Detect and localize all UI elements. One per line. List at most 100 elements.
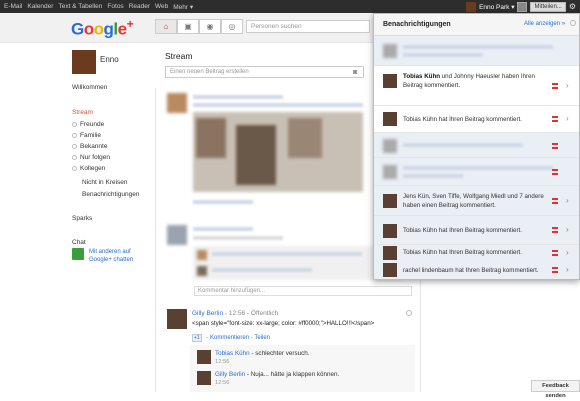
notification-row[interactable] [374,36,579,66]
user-menu[interactable]: Enno Park ▾ [479,3,514,11]
camera-icon[interactable]: ◙ [353,69,357,76]
notification-row[interactable] [374,158,579,186]
nav-more[interactable]: Mehr ▾ [173,3,193,11]
notification-avatar [383,224,397,238]
blurred-image [236,125,276,185]
blurred-text [403,174,463,178]
profile-avatar[interactable] [72,50,96,74]
nav-calendar[interactable]: Kalender [27,3,53,11]
share-button[interactable]: Mitteilen... [530,1,566,12]
circles-icon[interactable]: ◎ [221,19,243,34]
blurred-text [403,45,553,49]
notification-avatar [383,246,397,260]
comment-avatar[interactable] [197,371,211,385]
sidebar-item-label: Nur folgen [80,154,110,161]
comment-time[interactable]: 12:56 [215,359,230,365]
comment-body: - Nuja... hätte ja klappen können. [245,371,340,378]
comment-list-icon [552,198,558,204]
share-link[interactable]: Teilen [254,335,270,341]
notification-row[interactable]: Tobias Kühn hat Ihren Beitrag kommentier… [374,245,579,263]
notification-avatar [383,194,397,208]
notification-avatar [383,112,397,126]
circle-icon [72,154,77,160]
blurred-avatar [167,225,187,245]
google-plus-logo[interactable]: Google+ [71,17,134,40]
post-time[interactable]: 12:56 [229,310,245,317]
close-icon[interactable] [570,20,576,26]
post-visibility[interactable]: Öffentlich [251,310,278,317]
comment-author[interactable]: Tobias Kühn [215,350,250,357]
top-nav: E-Mail Kalender Text & Tabellen Fotos Re… [4,3,193,11]
notification-row[interactable]: Tobias Kühn hat Ihren Beitrag kommentier… [374,216,579,245]
post-author[interactable]: Gilly Berlin [192,310,223,317]
comment-link[interactable]: Kommentieren [210,335,249,341]
blurred-text [212,268,312,272]
sidebar-item-stream[interactable]: Stream [72,109,93,116]
blurred-text [193,227,253,231]
chat-link[interactable]: Mit anderen auf Google+ chatten [89,248,149,264]
notifications-title: Benachrichtigungen [383,21,451,28]
sidebar-item-freunde[interactable]: Freunde [72,121,104,128]
blurred-avatar [197,250,207,260]
show-all-link[interactable]: Alle anzeigen » [524,21,565,27]
gear-icon[interactable]: ⚙ [569,2,576,11]
circle-icon [72,165,77,171]
sidebar-item-label: Kollegen [80,165,106,172]
blurred-text [193,236,283,240]
blurred-text [403,53,483,57]
profile-name[interactable]: Enno [100,55,119,64]
sidebar-item-benachrichtigungen[interactable]: Benachrichtigungen [82,191,139,198]
comment-list-icon [552,267,558,273]
sidebar-item-nicht-in-kreisen[interactable]: Nicht in Kreisen [82,179,128,186]
feedback-button[interactable]: Feedback senden [531,380,580,399]
blurred-text [212,252,362,256]
sidebar-item-kollegen[interactable]: Kollegen [72,165,105,172]
search-input[interactable]: Personen suchen [246,20,370,33]
comment-input[interactable]: Kommentar hinzufügen... [194,286,412,296]
sidebar-item-willkommen[interactable]: Willkommen [72,84,107,91]
notification-row[interactable]: Tobias Kühn hat Ihren Beitrag kommentier… [374,106,579,133]
plus-one-button[interactable]: +1 [192,334,202,342]
notification-row[interactable]: rachel lindenbaum hat Ihren Beitrag komm… [374,263,579,279]
notification-message: Jens Kün, Sven Tiffe, Wolfgang Miedl und… [403,193,544,209]
home-icon[interactable]: ⌂ [155,19,177,34]
notification-actor: Tobias Kühn [403,73,441,80]
new-post-input[interactable]: Einen neuen Beitrag erstellen [165,66,364,78]
notification-counter[interactable] [517,1,528,12]
notification-row[interactable]: Tobias Kühn und Johnny Haeusler haben Ih… [374,66,579,106]
notifications-header: Benachrichtigungen Alle anzeigen » [374,14,579,36]
photos-icon[interactable]: ▣ [177,19,199,34]
blurred-text [193,95,283,99]
comment-avatar[interactable] [197,350,211,364]
close-icon[interactable] [406,310,412,316]
sidebar-item-bekannte[interactable]: Bekannte [72,143,107,150]
user-avatar[interactable] [466,1,477,12]
notification-avatar [383,263,397,277]
nav-docs[interactable]: Text & Tabellen [58,3,102,11]
notification-row[interactable] [374,133,579,158]
nav-photos[interactable]: Fotos [107,3,123,11]
post-author-avatar[interactable] [167,309,187,329]
profile-icon[interactable]: ◉ [199,19,221,34]
notification-avatar [383,74,397,88]
comment-author[interactable]: Gilly Berlin [215,371,245,378]
sidebar-item-nur-folgen[interactable]: Nur folgen [72,154,110,161]
blurred-avatar [383,44,397,58]
nav-reader[interactable]: Reader [129,3,150,11]
comment-list-icon [552,83,558,89]
chat-icon [72,248,84,260]
main-nav: ⌂ ▣ ◉ ◎ [155,19,243,34]
chevron-right-icon: › [566,114,569,123]
blurred-avatar [167,93,187,113]
post-content: <span style="font-size: xx-large; color:… [192,320,375,327]
sidebar-item-sparks[interactable]: Sparks [72,215,92,222]
notification-row[interactable]: Jens Kün, Sven Tiffe, Wolfgang Miedl und… [374,186,579,216]
comment-list-icon [552,143,558,149]
sidebar-item-familie[interactable]: Familie [72,132,101,139]
blurred-avatar [383,165,397,179]
nav-email[interactable]: E-Mail [4,3,22,11]
sidebar-item-label: Familie [80,132,101,139]
comment-text: Gilly Berlin - Nuja... hätte ja klappen … [215,371,339,378]
comment-time[interactable]: 12:56 [215,380,230,386]
nav-web[interactable]: Web [155,3,168,11]
